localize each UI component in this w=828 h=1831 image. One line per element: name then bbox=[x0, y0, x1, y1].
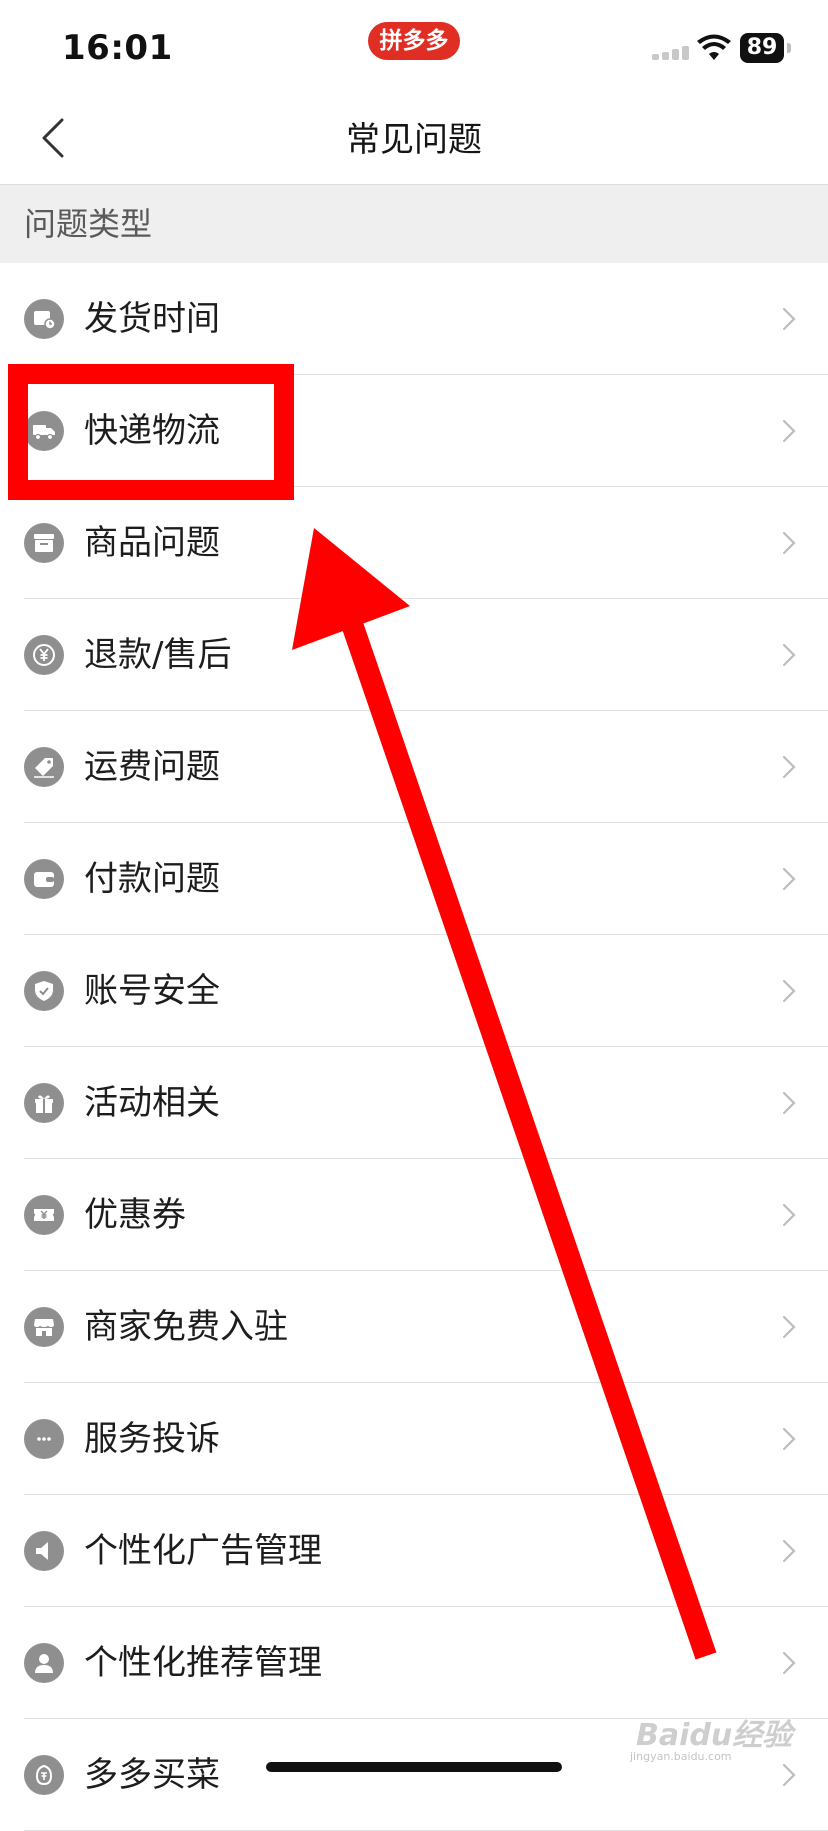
chevron-right-icon bbox=[782, 1651, 796, 1675]
section-header: 问题类型 bbox=[0, 185, 828, 263]
faq-item-label: 商家免费入驻 bbox=[84, 1307, 288, 1347]
watermark-brand: Baidu经验 bbox=[636, 1718, 793, 1753]
faq-item-label: 多多买菜 bbox=[84, 1755, 220, 1795]
faq-item-payment-issues[interactable]: 付款问题 bbox=[0, 823, 828, 935]
coupon-icon bbox=[24, 1195, 64, 1235]
page-title: 常见问题 bbox=[346, 120, 482, 160]
back-button[interactable] bbox=[26, 108, 90, 172]
faq-item-coupons[interactable]: 优惠券 bbox=[0, 1159, 828, 1271]
yen-refund-icon bbox=[24, 635, 64, 675]
status-time: 16:01 bbox=[62, 28, 173, 68]
chevron-right-icon bbox=[782, 1427, 796, 1451]
shield-check-icon bbox=[24, 971, 64, 1011]
faq-item-product-issues[interactable]: 商品问题 bbox=[0, 487, 828, 599]
calendar-clock-icon bbox=[24, 299, 64, 339]
faq-item-promotions[interactable]: 活动相关 bbox=[0, 1047, 828, 1159]
faq-item-merchant-join[interactable]: 商家免费入驻 bbox=[0, 1271, 828, 1383]
faq-item-refund-aftersales[interactable]: 退款/售后 bbox=[0, 599, 828, 711]
faq-item-label: 商品问题 bbox=[84, 523, 220, 563]
faq-item-label: 付款问题 bbox=[84, 859, 220, 899]
faq-item-service-complaint[interactable]: 服务投诉 bbox=[0, 1383, 828, 1495]
faq-item-label: 账号安全 bbox=[84, 971, 220, 1011]
user-icon bbox=[24, 1643, 64, 1683]
faq-item-label: 服务投诉 bbox=[84, 1419, 220, 1459]
faq-item-shipping-fee[interactable]: 运费问题 bbox=[0, 711, 828, 823]
faq-item-shipping-time[interactable]: 发货时间 bbox=[0, 263, 828, 375]
chevron-right-icon bbox=[782, 867, 796, 891]
chevron-right-icon bbox=[782, 307, 796, 331]
faq-item-label: 发货时间 bbox=[84, 299, 220, 339]
nav-bar: 常见问题 bbox=[0, 96, 828, 185]
faq-item-label: 个性化广告管理 bbox=[84, 1531, 322, 1571]
highlight-box bbox=[8, 364, 294, 500]
faq-item-label: 活动相关 bbox=[84, 1083, 220, 1123]
chevron-right-icon bbox=[782, 1539, 796, 1563]
chevron-right-icon bbox=[782, 979, 796, 1003]
battery-level: 89 bbox=[740, 33, 784, 63]
cellular-signal-icon bbox=[652, 46, 690, 60]
faq-item-personalized-recommendations[interactable]: 个性化推荐管理 bbox=[0, 1607, 828, 1719]
battery-icon: 89 bbox=[740, 33, 792, 63]
faq-item-label: 运费问题 bbox=[84, 747, 220, 787]
speaker-icon bbox=[24, 1531, 64, 1571]
tag-icon bbox=[24, 747, 64, 787]
chevron-left-icon bbox=[42, 118, 64, 158]
wifi-icon bbox=[696, 34, 732, 62]
watermark-url: jingyan.baidu.com bbox=[630, 1750, 732, 1763]
app-badge: 拼多多 bbox=[368, 22, 460, 60]
chevron-right-icon bbox=[782, 1203, 796, 1227]
wallet-icon bbox=[24, 859, 64, 899]
box-icon bbox=[24, 523, 64, 563]
chat-bubble-icon bbox=[24, 1419, 64, 1459]
vegetable-icon bbox=[24, 1755, 64, 1795]
faq-item-account-security[interactable]: 账号安全 bbox=[0, 935, 828, 1047]
faq-item-personalized-ads[interactable]: 个性化广告管理 bbox=[0, 1495, 828, 1607]
faq-item-label: 个性化推荐管理 bbox=[84, 1643, 322, 1683]
store-icon bbox=[24, 1307, 64, 1347]
chevron-right-icon bbox=[782, 419, 796, 443]
section-header-label: 问题类型 bbox=[24, 205, 153, 243]
watermark-logo: Baidu经验 jingyan.baidu.com bbox=[628, 1706, 818, 1766]
status-bar: 16:01 拼多多 89 bbox=[0, 0, 828, 96]
chevron-right-icon bbox=[782, 1315, 796, 1339]
home-indicator[interactable] bbox=[266, 1762, 562, 1772]
chevron-right-icon bbox=[782, 755, 796, 779]
chevron-right-icon bbox=[782, 531, 796, 555]
gift-icon bbox=[24, 1083, 64, 1123]
chevron-right-icon bbox=[782, 643, 796, 667]
faq-item-label: 退款/售后 bbox=[84, 635, 232, 675]
chevron-right-icon bbox=[782, 1091, 796, 1115]
faq-item-label: 优惠券 bbox=[84, 1195, 186, 1235]
